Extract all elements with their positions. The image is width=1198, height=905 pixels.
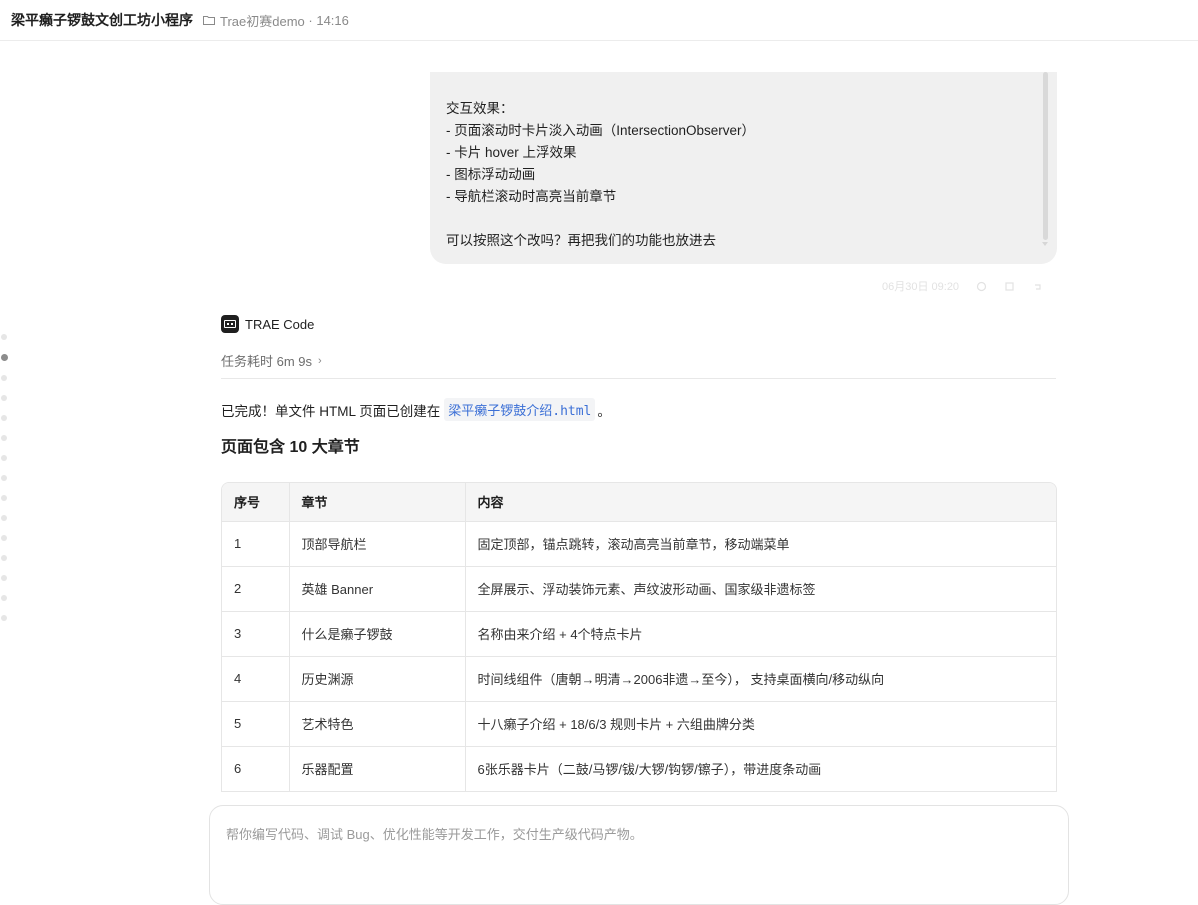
cell-index: 6 xyxy=(222,746,290,792)
undo-icon[interactable] xyxy=(1032,281,1043,292)
project-name[interactable]: Trae初赛demo xyxy=(220,11,305,30)
task-time-label: 任务耗时 6m 9s xyxy=(221,354,313,369)
chat-input-box xyxy=(209,805,1069,905)
message-line: - 图标浮动动画 xyxy=(446,167,536,182)
retry-icon[interactable] xyxy=(976,281,987,292)
message-line: 可以按照这个改吗？再把我们的功能也放进去 xyxy=(446,233,716,248)
bubble-scrollbar[interactable] xyxy=(1043,72,1048,240)
cell-index: 5 xyxy=(222,701,290,747)
rail-dot[interactable] xyxy=(1,575,7,581)
chevron-right-icon: › xyxy=(318,354,322,367)
cell-content: 十八癞子介绍 + 18/6/3 规则卡片 + 六组曲牌分类 xyxy=(465,701,1056,747)
cell-content: 6张乐器卡片（二鼓/马锣/钹/大锣/钩锣/镲子），带进度条动画 xyxy=(465,746,1056,792)
cell-content: 全屏展示、浮动装饰元素、声纹波形动画、国家级非遗标签 xyxy=(465,566,1056,612)
message-line: 交互效果： xyxy=(446,101,514,116)
col-header-index: 序号 xyxy=(222,483,290,522)
project-meta: Trae初赛demo · 14:16 xyxy=(203,11,349,30)
rail-dot[interactable] xyxy=(1,435,7,441)
col-header-chapter: 章节 xyxy=(289,483,466,522)
cell-chapter: 什么是癞子锣鼓 xyxy=(289,611,466,657)
completion-message: 已完成！单文件 HTML 页面已创建在 梁平癞子锣鼓介绍.html 。 xyxy=(221,398,611,421)
cell-chapter: 乐器配置 xyxy=(289,746,466,792)
assistant-name: TRAE Code xyxy=(245,316,315,332)
rail-dot[interactable] xyxy=(1,495,7,501)
rail-dot[interactable] xyxy=(1,515,7,521)
table-row: 2 英雄 Banner 全屏展示、浮动装饰元素、声纹波形动画、国家级非遗标签 xyxy=(222,566,1056,612)
cell-chapter: 艺术特色 xyxy=(289,701,466,747)
assistant-header: TRAE Code xyxy=(221,315,314,333)
message-timestamp: 06月30日 09:20 xyxy=(882,281,960,293)
table-row: 3 什么是癞子锣鼓 名称由来介绍 + 4个特点卡片 xyxy=(222,611,1056,657)
task-time-toggle[interactable]: 任务耗时 6m 9s › xyxy=(221,351,322,370)
app-title: 梁平癞子锣鼓文创工坊小程序 xyxy=(11,12,193,28)
rail-dot[interactable] xyxy=(1,354,8,361)
cell-chapter: 英雄 Banner xyxy=(289,566,466,612)
rail-dot[interactable] xyxy=(1,455,7,461)
cell-index: 4 xyxy=(222,656,290,702)
rail-dot[interactable] xyxy=(1,415,7,421)
rail-dot[interactable] xyxy=(1,375,7,381)
table-row: 6 乐器配置 6张乐器卡片（二鼓/马锣/钹/大锣/钩锣/镲子），带进度条动画 xyxy=(222,746,1056,792)
cell-content: 名称由来介绍 + 4个特点卡片 xyxy=(465,611,1056,657)
message-line: - 导航栏滚动时高亮当前章节 xyxy=(446,189,617,204)
message-line: - 卡片 hover 上浮效果 xyxy=(446,145,577,160)
section-heading: 页面包含 10 大章节 xyxy=(221,439,360,456)
meta-separator: · xyxy=(304,12,317,28)
completion-prefix: 已完成！单文件 HTML 页面已创建在 xyxy=(221,403,441,419)
table-row: 4 历史渊源 时间线组件（唐朝→明清→2006非遗→至今）， 支持桌面横向/移动… xyxy=(222,656,1056,702)
divider xyxy=(221,378,1056,379)
user-message-bubble: 交互效果： - 页面滚动时卡片淡入动画（IntersectionObserver）… xyxy=(430,72,1057,264)
cell-content: 时间线组件（唐朝→明清→2006非遗→至今）， 支持桌面横向/移动纵向 xyxy=(465,656,1056,702)
message-line xyxy=(446,208,1041,230)
table-row: 1 顶部导航栏 固定顶部，锚点跳转，滚动高亮当前章节，移动端菜单 xyxy=(222,521,1056,567)
rail-dot[interactable] xyxy=(1,615,7,621)
rail-dot[interactable] xyxy=(1,535,7,541)
table-header-row: 序号 章节 内容 xyxy=(222,483,1056,522)
rail-dot[interactable] xyxy=(1,595,7,601)
cell-index: 2 xyxy=(222,566,290,612)
rail-dot[interactable] xyxy=(1,395,7,401)
table-row: 5 艺术特色 十八癞子介绍 + 18/6/3 规则卡片 + 六组曲牌分类 xyxy=(222,701,1056,747)
chapters-table-container: 序号 章节 内容 1 顶部导航栏 固定顶部，锚点跳转，滚动高亮当前章节，移动端菜… xyxy=(221,482,1057,792)
chat-input[interactable] xyxy=(226,824,1052,884)
conversation-rail xyxy=(0,334,8,635)
folder-icon xyxy=(203,16,215,25)
col-header-content: 内容 xyxy=(465,483,1056,522)
cell-index: 3 xyxy=(222,611,290,657)
rail-dot[interactable] xyxy=(1,334,7,340)
rail-dot[interactable] xyxy=(1,555,7,561)
trae-logo-icon xyxy=(221,315,239,333)
message-line: - 页面滚动时卡片淡入动画（IntersectionObserver） xyxy=(446,123,756,138)
cell-chapter: 顶部导航栏 xyxy=(289,521,466,567)
file-link[interactable]: 梁平癞子锣鼓介绍.html xyxy=(444,398,596,421)
cell-index: 1 xyxy=(222,521,290,567)
cell-content: 固定顶部，锚点跳转，滚动高亮当前章节，移动端菜单 xyxy=(465,521,1056,567)
chapters-table: 序号 章节 内容 1 顶部导航栏 固定顶部，锚点跳转，滚动高亮当前章节，移动端菜… xyxy=(222,483,1056,792)
scroll-down-arrow-icon[interactable] xyxy=(1042,242,1048,246)
user-message-text: 交互效果： - 页面滚动时卡片淡入动画（IntersectionObserver）… xyxy=(446,98,1041,252)
message-meta: 06月30日 09:20 xyxy=(882,278,1043,294)
cell-chapter: 历史渊源 xyxy=(289,656,466,702)
project-time: 14:16 xyxy=(316,12,349,28)
top-header: 梁平癞子锣鼓文创工坊小程序 Trae初赛demo · 14:16 xyxy=(0,0,1198,41)
copy-icon[interactable] xyxy=(1004,281,1015,292)
completion-suffix: 。 xyxy=(597,403,611,419)
rail-dot[interactable] xyxy=(1,475,7,481)
